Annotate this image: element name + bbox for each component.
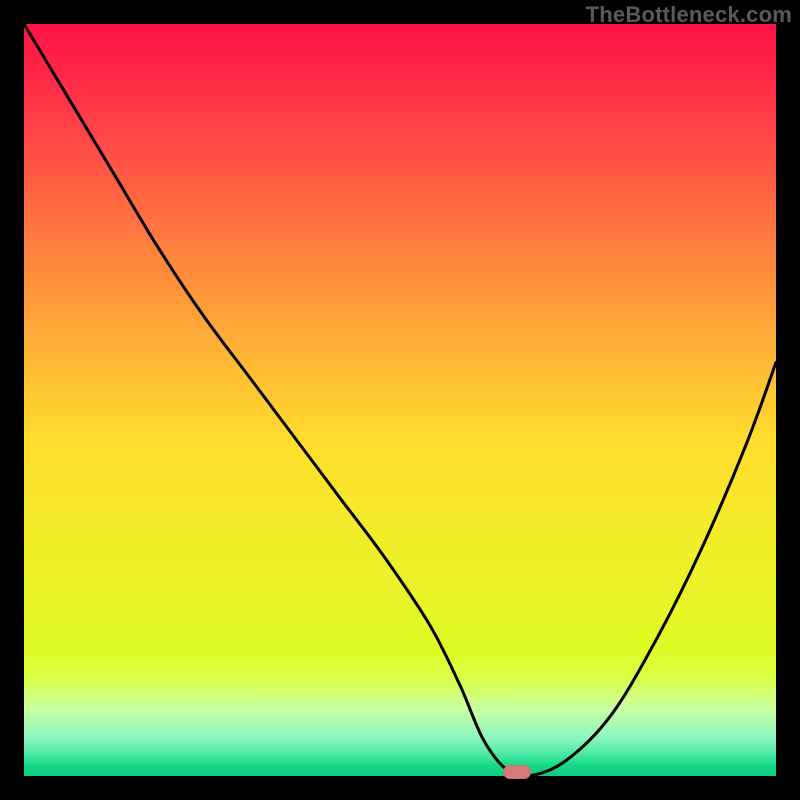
bottleneck-curve	[24, 24, 776, 776]
chart-frame: TheBottleneck.com	[0, 0, 800, 800]
optimal-point-marker	[503, 765, 531, 779]
plot-area	[24, 24, 776, 776]
